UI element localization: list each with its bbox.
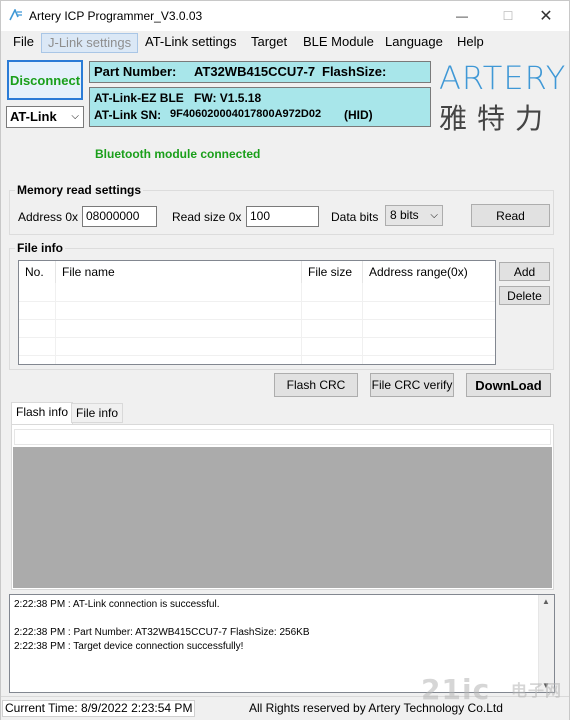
disconnect-button[interactable]: Disconnect: [7, 60, 83, 100]
memory-read-title: Memory read settings: [15, 183, 144, 197]
flash-info-panel: [11, 424, 554, 590]
address-label: Address 0x: [18, 210, 79, 224]
add-file-button[interactable]: Add: [499, 262, 550, 281]
data-bits-label: Data bits: [331, 210, 379, 224]
chevron-down-icon: ⌵: [430, 210, 438, 221]
watermark-small: 电子网: [511, 681, 563, 700]
column-file-size[interactable]: File size: [302, 261, 363, 283]
maximize-icon: ☐: [502, 9, 514, 23]
minimize-button[interactable]: —: [439, 1, 485, 31]
link-name: AT-Link-EZ BLE: [94, 91, 184, 105]
part-number-value: AT32WB415CCU7-7: [193, 64, 316, 79]
flash-crc-button[interactable]: Flash CRC: [274, 373, 358, 397]
watermark-big: 21ic: [421, 673, 491, 706]
read-button[interactable]: Read: [471, 204, 550, 227]
menu-language[interactable]: Language: [379, 33, 449, 53]
close-button[interactable]: ✕: [523, 1, 569, 31]
firmware-version: FW: V1.5.18: [194, 91, 262, 105]
menu-bar: File J-Link settings AT-Link settings Ta…: [1, 31, 569, 53]
menu-atlink-settings[interactable]: AT-Link settings: [139, 33, 243, 53]
link-sn-value: 9F406020004017800A972D02: [170, 108, 322, 120]
artery-app-icon: [9, 9, 22, 21]
chevron-down-icon: ⌵: [71, 111, 79, 122]
tab-file-info[interactable]: File info: [71, 403, 124, 423]
link-sn-label: AT-Link SN:: [94, 108, 162, 122]
device-select-value: AT-Link: [10, 109, 57, 124]
log-line: 2:22:38 PM : Part Number: AT32WB415CCU7-…: [14, 627, 310, 638]
menu-target[interactable]: Target: [245, 33, 293, 53]
column-file-name[interactable]: File name: [56, 261, 302, 283]
column-no[interactable]: No.: [19, 261, 56, 283]
menu-ble-module[interactable]: BLE Module: [297, 33, 380, 53]
logo-chinese: 雅特力: [439, 102, 554, 135]
current-time: Current Time: 8/9/2022 2:23:54 PM: [2, 700, 196, 717]
close-icon: ✕: [539, 8, 553, 25]
minimize-icon: —: [456, 9, 468, 23]
title-bar: Artery ICP Programmer_V3.0.03 — ☐ ✕: [1, 1, 569, 31]
artery-logo: ARTERY 雅特力: [439, 59, 567, 135]
tab-flash-info[interactable]: Flash info: [11, 402, 74, 424]
hid-label: (HID): [344, 108, 373, 122]
bluetooth-status: Bluetooth module connected: [95, 147, 261, 161]
link-info-box: AT-Link-EZ BLE FW: V1.5.18 AT-Link SN: 9…: [89, 87, 431, 127]
flash-info-header: [14, 429, 551, 445]
app-window: Artery ICP Programmer_V3.0.03 — ☐ ✕ File…: [0, 0, 570, 720]
device-select[interactable]: AT-Link ⌵: [6, 106, 84, 128]
scroll-up-icon[interactable]: ▲: [542, 597, 550, 606]
read-size-label: Read size 0x: [172, 210, 242, 224]
table-row: [19, 355, 495, 364]
download-button[interactable]: DownLoad: [466, 373, 551, 397]
data-bits-value: 8 bits: [390, 208, 419, 222]
menu-file[interactable]: File: [7, 33, 40, 53]
table-row: [19, 319, 495, 337]
site-watermark: 21ic 电子网: [421, 673, 561, 706]
delete-file-button[interactable]: Delete: [499, 286, 550, 305]
data-bits-select[interactable]: 8 bits ⌵: [385, 205, 443, 226]
log-line: 2:22:38 PM : Target device connection su…: [14, 641, 244, 652]
read-size-input[interactable]: 100: [246, 206, 319, 227]
file-info-title: File info: [15, 241, 65, 255]
menu-jlink-settings[interactable]: J-Link settings: [41, 33, 139, 53]
address-input[interactable]: 08000000: [82, 206, 157, 227]
file-table[interactable]: No. File name File size Address range(0x…: [18, 260, 496, 365]
window-title: Artery ICP Programmer_V3.0.03: [29, 9, 203, 23]
part-number-label: Part Number:: [94, 64, 177, 79]
file-crc-verify-button[interactable]: File CRC verify: [370, 373, 454, 397]
menu-help[interactable]: Help: [451, 33, 490, 53]
table-row: [19, 301, 495, 319]
column-address-range[interactable]: Address range(0x): [363, 261, 495, 283]
flash-info-content: [13, 447, 552, 588]
logo-wordmark: ARTERY: [439, 59, 567, 97]
table-row: [19, 337, 495, 355]
part-number-box: Part Number: AT32WB415CCU7-7 FlashSize: …: [89, 61, 431, 99]
log-line: 2:22:38 PM : AT-Link connection is succe…: [14, 599, 220, 610]
